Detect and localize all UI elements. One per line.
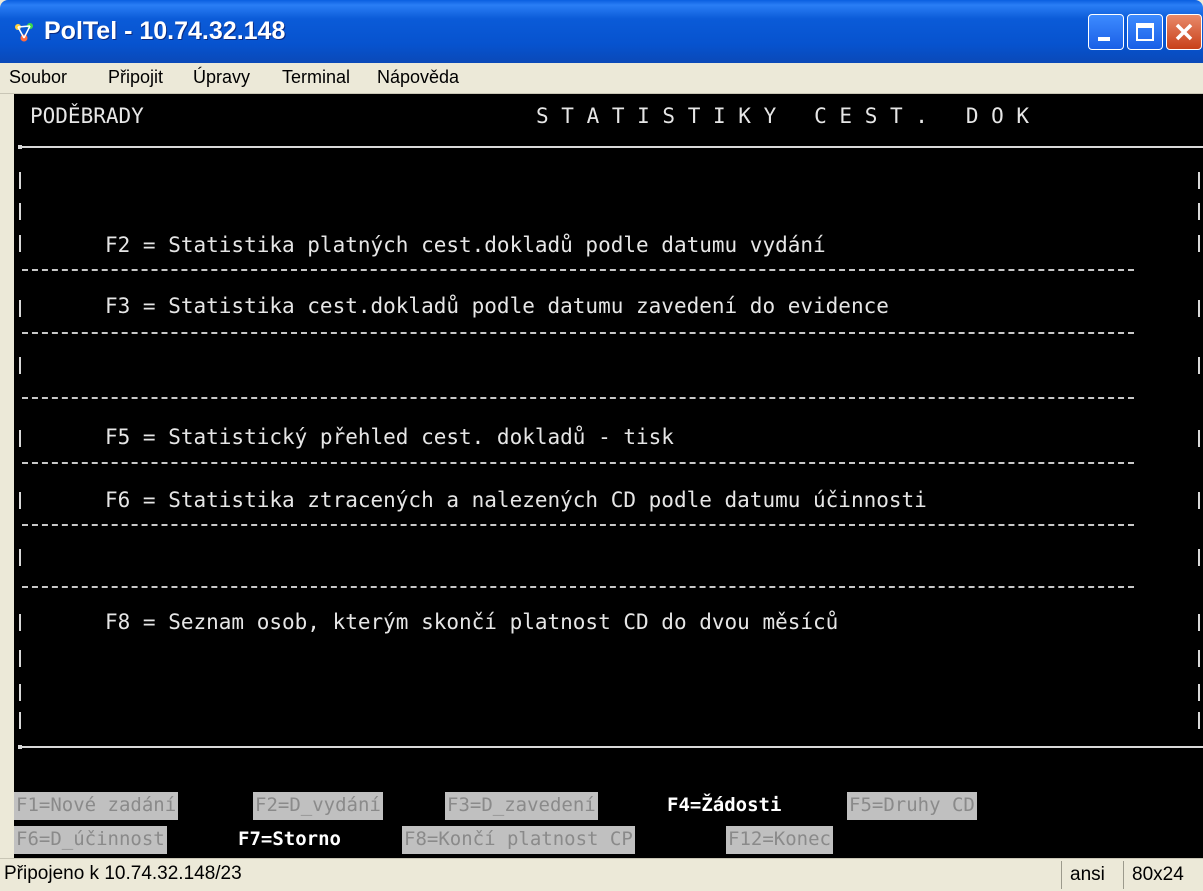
function-key-bar: F1=Nové zadání F2=D_vydání F3=D_zavedení… xyxy=(14,792,1203,858)
frame-right-bar xyxy=(1198,300,1200,317)
menu-bar: Soubor Připojit Úpravy Terminal Nápověda xyxy=(0,63,1203,94)
maximize-icon xyxy=(1136,23,1154,41)
frame-left-bar xyxy=(19,684,21,701)
fkey-f2[interactable]: F2=D_vydání xyxy=(253,792,383,820)
screen-heading: S T A T I S T I K Y C E S T . D O K xyxy=(536,104,1030,128)
separator-line xyxy=(22,269,1134,271)
fkey-f5[interactable]: F5=Druhy CD xyxy=(847,792,977,820)
fkey-f4[interactable]: F4=Žádosti xyxy=(665,792,784,820)
frame-left-bar xyxy=(19,430,21,447)
option-f5[interactable]: F5 = Statistický přehled cest. dokladů -… xyxy=(105,425,674,449)
minimize-button[interactable] xyxy=(1088,14,1124,50)
frame-right-bar xyxy=(1198,712,1200,729)
location-label: PODĚBRADY xyxy=(30,104,144,128)
option-f2[interactable]: F2 = Statistika platných cest.dokladů po… xyxy=(105,233,826,257)
frame-right-bar xyxy=(1198,614,1200,631)
menu-soubor[interactable]: Soubor xyxy=(9,67,67,88)
frame-left-bar xyxy=(19,492,21,509)
frame-right-bar xyxy=(1198,430,1200,447)
fkey-f3[interactable]: F3=D_zavedení xyxy=(445,792,598,820)
menu-napoveda[interactable]: Nápověda xyxy=(377,67,459,88)
status-bar: Připojeno k 10.74.32.148/23 ansi 80x24 xyxy=(0,858,1203,891)
frame-top-line xyxy=(22,146,1203,148)
frame-left-bar xyxy=(19,203,21,220)
terminal-size-status: 80x24 xyxy=(1123,861,1203,889)
menu-pripojit[interactable]: Připojit xyxy=(108,67,163,88)
frame-right-bar xyxy=(1198,203,1200,220)
option-f3[interactable]: F3 = Statistika cest.dokladů podle datum… xyxy=(105,294,889,318)
fkey-f1[interactable]: F1=Nové zadání xyxy=(14,792,179,820)
connection-status: Připojeno k 10.74.32.148/23 xyxy=(4,863,242,884)
close-icon xyxy=(1175,23,1193,41)
frame-bottom-line xyxy=(22,746,1203,748)
minimize-icon xyxy=(1098,37,1110,41)
frame-left-bar xyxy=(19,549,21,566)
frame-left-bar xyxy=(19,235,21,252)
title-bar[interactable]: PolTel - 10.74.32.148 xyxy=(0,0,1203,63)
frame-right-bar xyxy=(1198,357,1200,374)
frame-left-bar xyxy=(19,712,21,729)
frame-left-bar xyxy=(19,614,21,631)
frame-left-bar xyxy=(19,172,21,189)
separator-line xyxy=(22,524,1134,526)
maximize-button[interactable] xyxy=(1127,14,1163,50)
close-button[interactable] xyxy=(1166,14,1202,50)
frame-left-bar xyxy=(19,300,21,317)
fkey-f8[interactable]: F8=Končí platnost CP xyxy=(402,826,635,854)
fkey-f12[interactable]: F12=Konec xyxy=(726,826,833,854)
menu-terminal[interactable]: Terminal xyxy=(282,67,350,88)
frame-right-bar xyxy=(1198,492,1200,509)
separator-line xyxy=(22,332,1134,334)
frame-right-bar xyxy=(1198,549,1200,566)
option-f6[interactable]: F6 = Statistika ztracených a nalezených … xyxy=(105,488,927,512)
menu-upravy[interactable]: Úpravy xyxy=(193,67,250,88)
frame-right-bar xyxy=(1198,172,1200,189)
frame-right-bar xyxy=(1198,684,1200,701)
encoding-status: ansi xyxy=(1061,861,1123,889)
separator-line xyxy=(22,462,1134,464)
separator-line xyxy=(22,397,1134,399)
frame-left-bar xyxy=(19,650,21,667)
fkey-f6[interactable]: F6=D_účinnost xyxy=(14,826,167,854)
frame-right-bar xyxy=(1198,235,1200,252)
separator-line xyxy=(22,586,1134,588)
fkey-f7[interactable]: F7=Storno xyxy=(236,826,343,854)
window-title: PolTel - 10.74.32.148 xyxy=(44,17,286,45)
frame-right-bar xyxy=(1198,650,1200,667)
frame-left-bar xyxy=(19,357,21,374)
option-f8[interactable]: F8 = Seznam osob, kterým skončí platnost… xyxy=(105,610,838,634)
app-icon xyxy=(15,23,33,42)
terminal-screen[interactable]: PODĚBRADY S T A T I S T I K Y C E S T . … xyxy=(14,94,1203,858)
